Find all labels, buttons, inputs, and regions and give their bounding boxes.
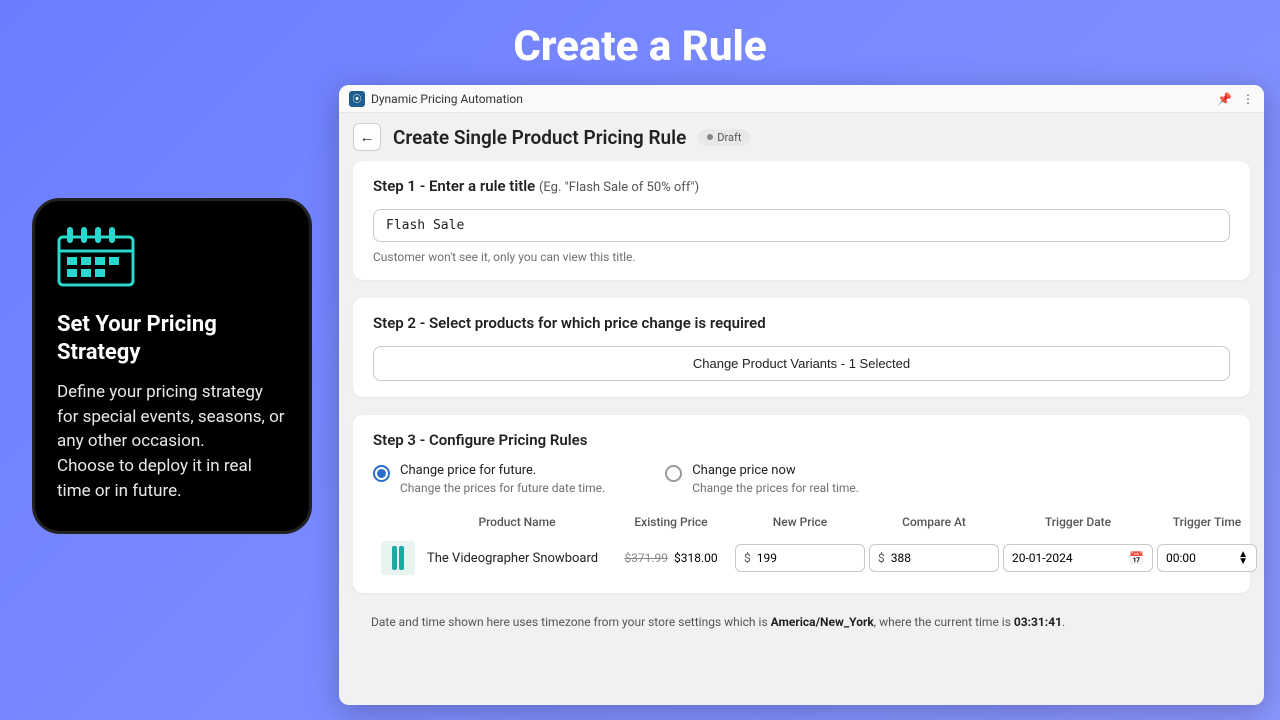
radio-now-sub: Change the prices for real time. — [692, 481, 859, 495]
status-text: Draft — [717, 131, 741, 144]
app-icon: ⦿ — [349, 91, 365, 107]
product-thumb — [381, 541, 415, 575]
step2-card: Step 2 - Select products for which price… — [353, 298, 1250, 397]
trigger-date-value: 20-01-2024 — [1012, 551, 1073, 565]
promo-body: Define your pricing strategy for special… — [57, 380, 287, 503]
promo-card: Set Your Pricing Strategy Define your pr… — [32, 198, 312, 534]
compare-at-field[interactable] — [891, 551, 990, 565]
new-price-field[interactable] — [757, 551, 856, 565]
promo-line2: Choose to deploy it in real time or in f… — [57, 456, 252, 501]
app-title: Dynamic Pricing Automation — [371, 92, 523, 106]
tz-mid: , where the current time is — [874, 615, 1014, 629]
rule-title-input[interactable] — [373, 209, 1230, 242]
radio-now-circle[interactable] — [665, 465, 682, 482]
table-row: The Videographer Snowboard $371.99 $318.0… — [373, 541, 1230, 575]
radio-future-circle[interactable] — [373, 465, 390, 482]
rule-header: Create Single Product Pricing Rule — [393, 126, 686, 149]
dollar-icon: $ — [744, 551, 751, 565]
new-price-input[interactable]: $ — [735, 544, 865, 572]
more-icon[interactable]: ⋮ — [1242, 92, 1254, 106]
product-name: The Videographer Snowboard — [427, 551, 607, 566]
app-header: ← Create Single Product Pricing Rule Dra… — [339, 113, 1264, 161]
promo-heading: Set Your Pricing Strategy — [57, 311, 287, 366]
radio-now-label: Change price now — [692, 463, 859, 478]
status-badge: Draft — [698, 129, 750, 146]
step1-title-text: Step 1 - Enter a rule title — [373, 177, 539, 195]
app-window: ⦿ Dynamic Pricing Automation 📌 ⋮ ← Creat… — [339, 85, 1264, 705]
change-variants-button[interactable]: Change Product Variants - 1 Selected — [373, 346, 1230, 381]
step3-card: Step 3 - Configure Pricing Rules Change … — [353, 415, 1250, 593]
page-title: Create a Rule — [0, 0, 1280, 71]
col-date: Trigger Date — [1003, 515, 1153, 529]
trigger-date-input[interactable]: 20-01-2024 📅 — [1003, 544, 1153, 572]
radio-future[interactable]: Change price for future. Change the pric… — [373, 463, 605, 495]
tz-time: 03:31:41 — [1014, 615, 1062, 629]
radio-now[interactable]: Change price now Change the prices for r… — [665, 463, 859, 495]
timezone-note: Date and time shown here uses timezone f… — [339, 611, 1264, 629]
trigger-time-value: 00:00 — [1166, 551, 1196, 565]
step1-card: Step 1 - Enter a rule title (Eg. "Flash … — [353, 161, 1250, 280]
pin-icon[interactable]: 📌 — [1217, 92, 1232, 106]
existing-price: $371.99 $318.00 — [611, 551, 731, 565]
step3-title: Step 3 - Configure Pricing Rules — [373, 431, 1230, 449]
promo-line1: Define your pricing strategy for special… — [57, 382, 285, 451]
status-dot-icon — [707, 134, 713, 140]
tz-suffix: . — [1062, 615, 1065, 629]
dollar-icon: $ — [878, 551, 885, 565]
price-table: Product Name Existing Price New Price Co… — [373, 515, 1230, 575]
radio-future-label: Change price for future. — [400, 463, 605, 478]
back-button[interactable]: ← — [353, 123, 381, 151]
tz-prefix: Date and time shown here uses timezone f… — [371, 615, 771, 629]
calendar-icon[interactable]: 📅 — [1129, 551, 1144, 565]
radio-future-sub: Change the prices for future date time. — [400, 481, 605, 495]
compare-at-input[interactable]: $ — [869, 544, 999, 572]
col-existing: Existing Price — [611, 515, 731, 529]
col-time: Trigger Time — [1157, 515, 1257, 529]
calendar-pricing-icon — [57, 225, 287, 297]
app-titlebar: ⦿ Dynamic Pricing Automation 📌 ⋮ — [339, 85, 1264, 113]
step1-hint: (Eg. "Flash Sale of 50% off") — [539, 180, 699, 195]
step1-title: Step 1 - Enter a rule title (Eg. "Flash … — [373, 177, 1230, 195]
col-compare: Compare At — [869, 515, 999, 529]
col-product: Product Name — [427, 515, 607, 529]
col-new: New Price — [735, 515, 865, 529]
trigger-time-input[interactable]: 00:00 ▲▼ — [1157, 544, 1257, 572]
tz-zone: America/New_York — [771, 615, 874, 629]
current-price: $318.00 — [674, 551, 718, 565]
old-price: $371.99 — [624, 551, 668, 565]
table-header: Product Name Existing Price New Price Co… — [373, 515, 1230, 541]
step1-helper: Customer won't see it, only you can view… — [373, 250, 1230, 264]
step2-title: Step 2 - Select products for which price… — [373, 314, 1230, 332]
stepper-icon[interactable]: ▲▼ — [1238, 551, 1248, 565]
